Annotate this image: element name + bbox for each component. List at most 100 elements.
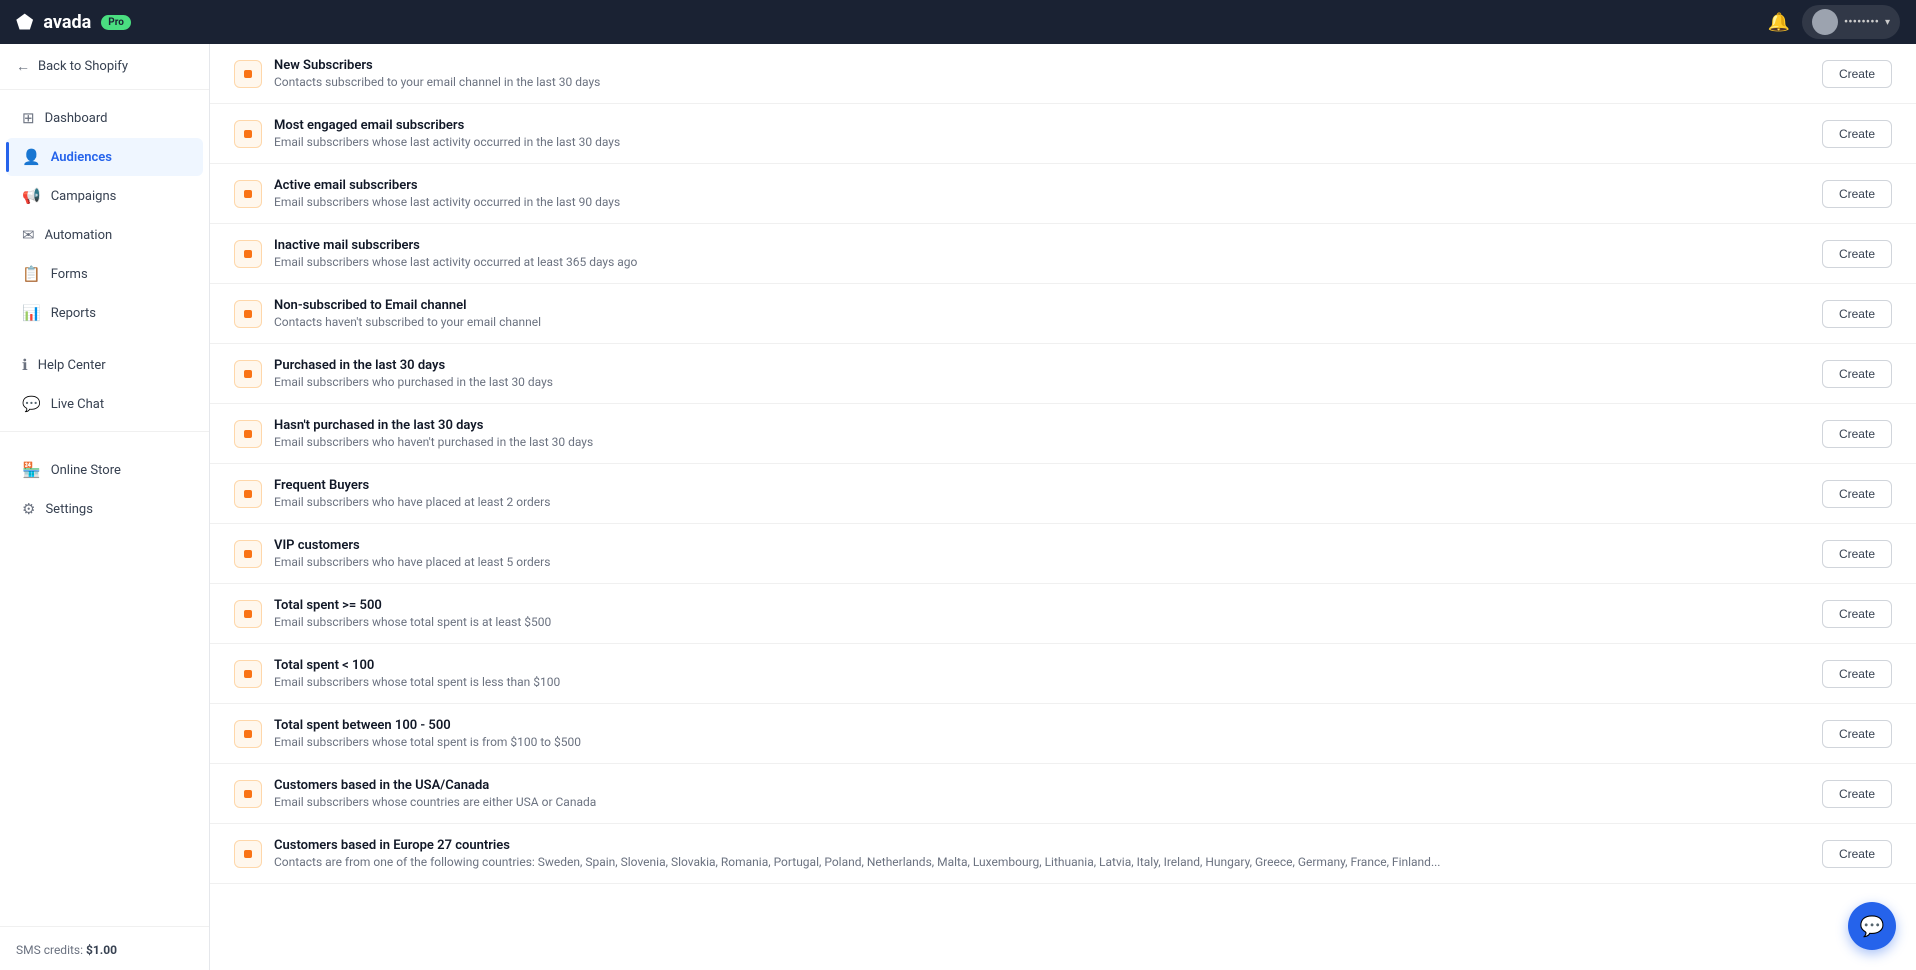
- audience-info: New Subscribers Contacts subscribed to y…: [274, 58, 1810, 89]
- audience-row: Total spent < 100 Email subscribers whos…: [210, 644, 1916, 704]
- audience-row-icon: [234, 600, 262, 628]
- sms-credits: SMS credits: $1.00: [16, 943, 117, 957]
- top-nav-left: ⬟ avada Pro: [16, 10, 131, 34]
- audience-row-icon: [234, 780, 262, 808]
- sidebar-item-reports[interactable]: 📊 Reports: [6, 294, 203, 332]
- audience-desc: Email subscribers who haven't purchased …: [274, 435, 1810, 449]
- top-nav: ⬟ avada Pro 🔔 •••••••• ▾: [0, 0, 1916, 44]
- sidebar-item-forms[interactable]: 📋 Forms: [6, 255, 203, 293]
- sidebar-item-settings[interactable]: ⚙ Settings: [6, 490, 203, 528]
- create-audience-button[interactable]: Create: [1822, 660, 1892, 688]
- audience-info: Customers based in Europe 27 countries C…: [274, 838, 1810, 869]
- audience-row-icon: [234, 420, 262, 448]
- create-audience-button[interactable]: Create: [1822, 720, 1892, 748]
- sms-credits-value: $1.00: [86, 943, 117, 957]
- audience-row-icon: [234, 720, 262, 748]
- sidebar-item-online-store[interactable]: 🏪 Online Store: [6, 451, 203, 489]
- audience-title: Customers based in Europe 27 countries: [274, 838, 1810, 853]
- audience-title: Frequent Buyers: [274, 478, 1810, 493]
- audience-desc: Email subscribers whose total spent is f…: [274, 735, 1810, 749]
- audience-title: Purchased in the last 30 days: [274, 358, 1810, 373]
- back-arrow-icon: ←: [16, 58, 30, 75]
- sidebar-nav: ⊞ Dashboard 👤 Audiences 📢 Campaigns ✉ Au…: [0, 90, 209, 926]
- sidebar: ← Back to Shopify ⊞ Dashboard 👤 Audience…: [0, 44, 210, 970]
- sidebar-item-live-chat-label: Live Chat: [51, 397, 104, 412]
- audience-row-icon: [234, 360, 262, 388]
- audience-row-icon: [234, 840, 262, 868]
- audience-row: Inactive mail subscribers Email subscrib…: [210, 224, 1916, 284]
- sms-credits-label: SMS credits:: [16, 943, 83, 957]
- audience-icon-dot: [244, 790, 252, 798]
- audience-desc: Email subscribers who have placed at lea…: [274, 555, 1810, 569]
- user-name: ••••••••: [1844, 15, 1879, 30]
- main-layout: ← Back to Shopify ⊞ Dashboard 👤 Audience…: [0, 44, 1916, 970]
- sidebar-item-automation[interactable]: ✉ Automation: [6, 216, 203, 254]
- sidebar-item-audiences[interactable]: 👤 Audiences: [6, 138, 203, 176]
- user-menu[interactable]: •••••••• ▾: [1802, 5, 1900, 39]
- audience-row: Hasn't purchased in the last 30 days Ema…: [210, 404, 1916, 464]
- logo-text: avada: [43, 12, 91, 33]
- create-audience-button[interactable]: Create: [1822, 120, 1892, 148]
- audience-title: VIP customers: [274, 538, 1810, 553]
- settings-icon: ⚙: [22, 500, 35, 518]
- create-audience-button[interactable]: Create: [1822, 600, 1892, 628]
- audience-desc: Contacts are from one of the following c…: [274, 855, 1810, 869]
- audience-title: Active email subscribers: [274, 178, 1810, 193]
- create-audience-button[interactable]: Create: [1822, 420, 1892, 448]
- sidebar-item-settings-label: Settings: [45, 502, 92, 517]
- bell-icon[interactable]: 🔔: [1767, 12, 1789, 33]
- audience-info: Inactive mail subscribers Email subscrib…: [274, 238, 1810, 269]
- sidebar-item-campaigns[interactable]: 📢 Campaigns: [6, 177, 203, 215]
- sidebar-item-help-center[interactable]: ℹ Help Center: [6, 346, 203, 384]
- create-audience-button[interactable]: Create: [1822, 300, 1892, 328]
- automation-icon: ✉: [22, 226, 35, 244]
- audience-row: Non-subscribed to Email channel Contacts…: [210, 284, 1916, 344]
- audience-row: Frequent Buyers Email subscribers who ha…: [210, 464, 1916, 524]
- sidebar-item-dashboard[interactable]: ⊞ Dashboard: [6, 99, 203, 137]
- audience-list: New Subscribers Contacts subscribed to y…: [210, 44, 1916, 884]
- sidebar-item-dashboard-label: Dashboard: [45, 111, 108, 126]
- audience-desc: Email subscribers whose last activity oc…: [274, 195, 1810, 209]
- sidebar-item-audiences-label: Audiences: [51, 150, 112, 165]
- audience-icon-dot: [244, 70, 252, 78]
- sidebar-item-forms-label: Forms: [51, 267, 88, 282]
- chat-bubble-icon: 💬: [1860, 914, 1885, 938]
- audience-row: Customers based in Europe 27 countries C…: [210, 824, 1916, 884]
- create-audience-button[interactable]: Create: [1822, 360, 1892, 388]
- audience-desc: Email subscribers whose total spent is a…: [274, 615, 1810, 629]
- audience-title: New Subscribers: [274, 58, 1810, 73]
- create-audience-button[interactable]: Create: [1822, 480, 1892, 508]
- audience-icon-dot: [244, 490, 252, 498]
- audience-icon-dot: [244, 550, 252, 558]
- audience-row-icon: [234, 60, 262, 88]
- forms-icon: 📋: [22, 265, 41, 283]
- chat-bubble-button[interactable]: 💬: [1848, 902, 1896, 950]
- create-audience-button[interactable]: Create: [1822, 240, 1892, 268]
- create-audience-button[interactable]: Create: [1822, 840, 1892, 868]
- content-area: New Subscribers Contacts subscribed to y…: [210, 44, 1916, 970]
- audience-title: Inactive mail subscribers: [274, 238, 1810, 253]
- create-audience-button[interactable]: Create: [1822, 60, 1892, 88]
- audience-info: VIP customers Email subscribers who have…: [274, 538, 1810, 569]
- create-audience-button[interactable]: Create: [1822, 180, 1892, 208]
- audience-desc: Email subscribers whose last activity oc…: [274, 135, 1810, 149]
- audience-icon-dot: [244, 430, 252, 438]
- audience-row-icon: [234, 240, 262, 268]
- audience-icon-dot: [244, 730, 252, 738]
- back-to-shopify-button[interactable]: ← Back to Shopify: [0, 44, 209, 90]
- sidebar-item-live-chat[interactable]: 💬 Live Chat: [6, 385, 203, 423]
- create-audience-button[interactable]: Create: [1822, 540, 1892, 568]
- audience-row: New Subscribers Contacts subscribed to y…: [210, 44, 1916, 104]
- audience-desc: Email subscribers whose total spent is l…: [274, 675, 1810, 689]
- help-center-icon: ℹ: [22, 356, 28, 374]
- sidebar-item-campaigns-label: Campaigns: [51, 189, 117, 204]
- audience-info: Frequent Buyers Email subscribers who ha…: [274, 478, 1810, 509]
- audience-info: Hasn't purchased in the last 30 days Ema…: [274, 418, 1810, 449]
- audience-row: Most engaged email subscribers Email sub…: [210, 104, 1916, 164]
- audience-icon-dot: [244, 190, 252, 198]
- create-audience-button[interactable]: Create: [1822, 780, 1892, 808]
- live-chat-icon: 💬: [22, 395, 41, 413]
- audience-icon-dot: [244, 310, 252, 318]
- audience-row-icon: [234, 660, 262, 688]
- audience-row-icon: [234, 480, 262, 508]
